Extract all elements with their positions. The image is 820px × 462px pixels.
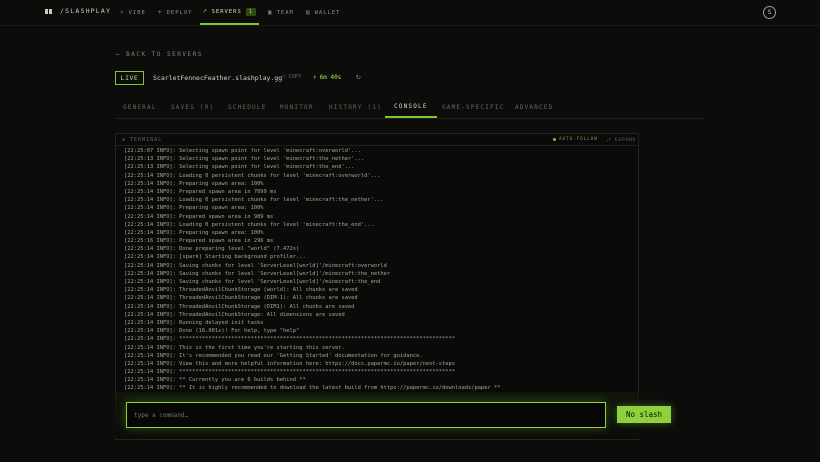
slashplay-logo-icon xyxy=(45,8,54,15)
nav-item-label: DEPLOY xyxy=(166,9,193,16)
log-line: [22:25:14 INFO]: ***********************… xyxy=(124,369,456,376)
terminal-title: ▪ TERMINAL xyxy=(122,137,162,143)
expand-label: EXPAND xyxy=(614,138,636,143)
copy-icon: ❐ xyxy=(282,74,286,80)
log-line: [22:25:14 INFO]: Saving chunks for level… xyxy=(124,279,381,285)
log-line: [22:25:14 INFO]: Done preparing level "w… xyxy=(124,246,300,253)
server-tabs: GENERAL SAVES (0) SCHEDULE MONITOR HISTO… xyxy=(115,97,704,119)
tab-general[interactable]: GENERAL xyxy=(123,97,157,118)
log-line: [22:25:14 INFO]: ThreadedAnvilChunkStora… xyxy=(124,311,345,318)
log-line: [22:25:14 INFO]: ** Currently you are 6 … xyxy=(124,377,306,384)
log-line: [22:25:14 INFO]: [spark] Starting backgr… xyxy=(124,254,306,261)
auto-follow-label: AUTO-FOLLOW xyxy=(559,137,598,142)
log-line: [22:25:14 INFO]: View this and more help… xyxy=(124,360,456,367)
terminal-bullet-icon: ▪ xyxy=(122,137,131,143)
wallet-icon: ▤ xyxy=(306,9,311,16)
log-line: [22:25:14 INFO]: Preparing spawn area: 1… xyxy=(124,205,264,212)
nav-item-team[interactable]: ▣ TEAM xyxy=(268,0,294,25)
team-icon: ▣ xyxy=(268,9,273,16)
tab-history[interactable]: HISTORY (1) xyxy=(329,97,382,118)
rocket-icon: ➚ xyxy=(203,8,208,15)
no-slash-button[interactable]: No slash xyxy=(617,406,671,423)
nav-item-label: TEAM xyxy=(276,9,294,16)
log-line: [22:25:14 INFO]: Preparing spawn area: 1… xyxy=(124,229,264,236)
back-to-servers-link[interactable]: ← BACK TO SERVERS xyxy=(116,51,203,58)
tab-console[interactable]: CONSOLE xyxy=(385,97,437,118)
brand-name: /SLASHPLAY xyxy=(60,7,112,15)
terminal-header: ▪ TERMINAL AUTO-FOLLOW ⤢ EXPAND xyxy=(116,134,638,146)
nav-item-label: VIBE xyxy=(128,9,146,16)
log-line: [22:25:13 INFO]: Selecting spawn point f… xyxy=(124,156,365,163)
terminal-log[interactable]: [22:25:07 INFO]: Selecting spawn point f… xyxy=(124,147,634,393)
tab-monitor[interactable]: MONITOR xyxy=(280,97,314,118)
tab-schedule[interactable]: SCHEDULE xyxy=(228,97,267,118)
avatar[interactable]: S xyxy=(763,6,776,19)
log-line: [22:25:13 INFO]: Selecting spawn point f… xyxy=(124,164,355,171)
tab-saves[interactable]: SAVES (0) xyxy=(171,97,214,118)
arrow-up-icon: ↑ xyxy=(313,74,317,81)
nav-item-wallet[interactable]: ▤ WALLET xyxy=(306,0,341,25)
tab-advanced[interactable]: ADVANCED xyxy=(515,97,554,118)
nav-item-servers[interactable]: ➚ SERVERS 1 xyxy=(200,0,259,25)
log-line: [22:25:14 INFO]: ***********************… xyxy=(124,336,456,343)
tab-game-specific[interactable]: GAME-SPECIFIC xyxy=(442,97,505,118)
top-nav: /SLASHPLAY ⚡ VIBE + DEPLOY ➚ SERVERS 1 ▣… xyxy=(0,0,820,26)
log-line: [22:25:14 INFO]: Done (16.001s)! For hel… xyxy=(124,328,300,335)
plus-icon: + xyxy=(158,9,163,16)
expand-button[interactable]: ⤢ EXPAND xyxy=(607,137,636,143)
terminal-title-text: TERMINAL xyxy=(130,137,163,143)
uptime-value: 6m 40s xyxy=(319,74,342,81)
status-dot-icon xyxy=(553,138,556,141)
auto-follow-toggle[interactable]: AUTO-FOLLOW xyxy=(553,137,598,142)
copy-label: COPY xyxy=(288,74,302,80)
log-line: [22:25:14 INFO]: Saving chunks for level… xyxy=(124,270,391,277)
nav-item-label: SERVERS xyxy=(211,8,242,15)
log-line: [22:25:14 INFO]: Loading 0 persistent ch… xyxy=(124,172,381,179)
uptime: ↑ 6m 40s xyxy=(313,74,341,81)
servers-count-badge: 1 xyxy=(245,7,256,16)
log-line: [22:25:07 INFO]: Selecting spawn point f… xyxy=(124,148,361,154)
log-line: [22:25:14 INFO]: This is the first time … xyxy=(124,344,345,351)
log-line: [22:25:16 INFO]: Prepared spawn area in … xyxy=(124,238,274,245)
log-line: [22:25:14 INFO]: Loading 0 persistent ch… xyxy=(124,197,384,204)
log-line: [22:25:14 INFO]: ThreadedAnvilChunkStora… xyxy=(124,295,358,302)
log-line: [22:25:14 INFO]: Loading 0 persistent ch… xyxy=(124,221,374,228)
lightning-icon: ⚡ xyxy=(120,9,125,16)
expand-icon: ⤢ xyxy=(607,138,615,143)
log-line: [22:25:14 INFO]: Saving chunks for level… xyxy=(124,262,387,269)
arrow-left-icon: ← xyxy=(116,51,122,58)
log-line: [22:25:14 INFO]: Prepared spawn area in … xyxy=(124,213,274,220)
brand[interactable]: /SLASHPLAY xyxy=(45,7,111,15)
status-badge: LIVE xyxy=(115,71,144,85)
back-label: BACK TO SERVERS xyxy=(126,51,203,58)
nav-item-vibe[interactable]: ⚡ VIBE xyxy=(120,0,146,25)
nav-item-label: WALLET xyxy=(314,9,341,16)
nav-item-deploy[interactable]: + DEPLOY xyxy=(158,0,193,25)
copy-button[interactable]: ❐ COPY xyxy=(282,74,302,80)
command-input[interactable] xyxy=(126,402,606,428)
server-hostname: ScarletFennecFeather.slashplay.gg xyxy=(153,74,283,82)
log-line: [22:25:14 INFO]: Prepared spawn area in … xyxy=(124,188,277,195)
log-line: [22:25:14 INFO]: It's recommended you re… xyxy=(124,352,423,359)
log-line: [22:25:14 INFO]: Preparing spawn area: 1… xyxy=(124,180,264,187)
log-line: [22:25:14 INFO]: ThreadedAnvilChunkStora… xyxy=(124,303,355,310)
log-line: [22:25:14 INFO]: ThreadedAnvilChunkStora… xyxy=(124,287,358,294)
log-line: [22:25:14 INFO]: Running delayed init ta… xyxy=(124,319,264,326)
refresh-icon[interactable]: ↻ xyxy=(356,72,361,81)
